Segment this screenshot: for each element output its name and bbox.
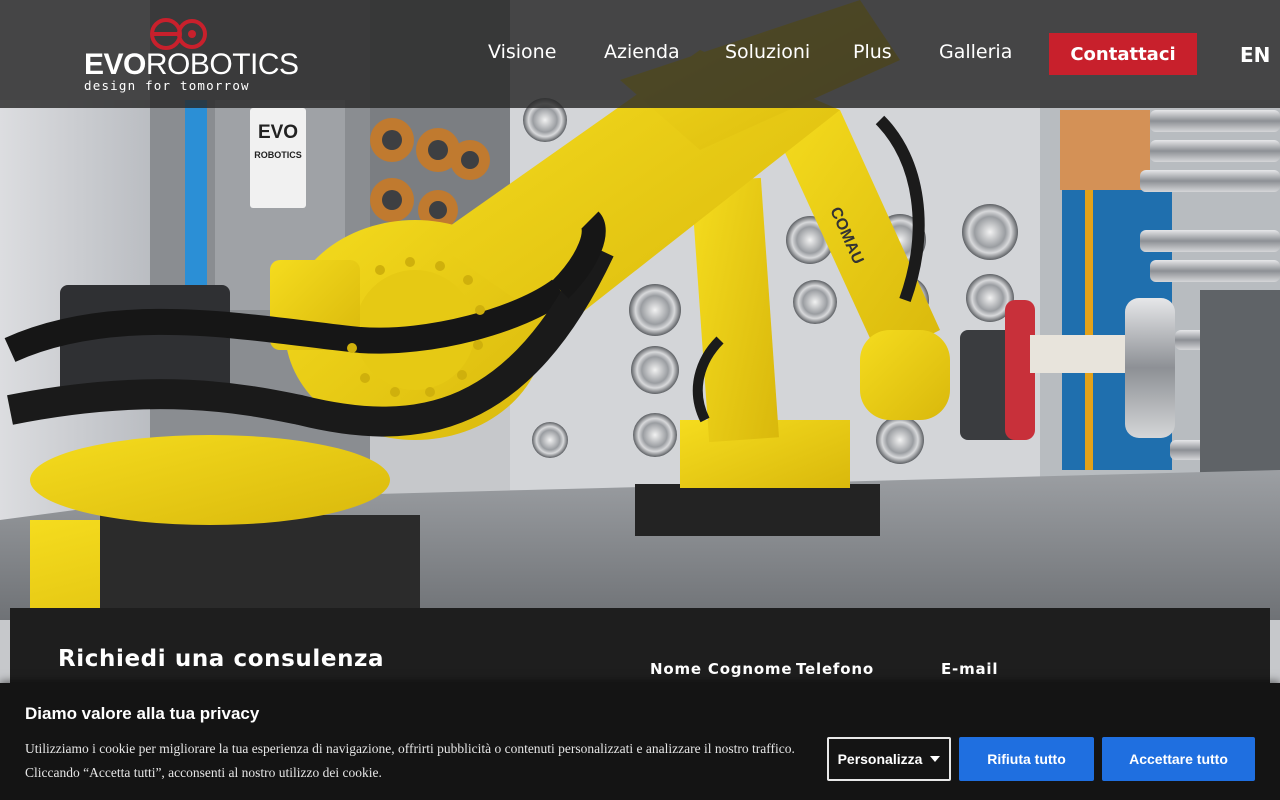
nav-item-soluzioni[interactable]: Soluzioni <box>725 41 810 63</box>
logo-wordmark: EVOROBOTICS <box>84 48 299 81</box>
field-label-name: Nome Cognome <box>650 660 793 678</box>
site-header: EVOROBOTICS design for tomorrow Visione … <box>0 0 1280 108</box>
field-label-phone: Telefono <box>796 660 874 678</box>
nav-item-visione[interactable]: Visione <box>488 41 556 63</box>
contact-button[interactable]: Contattaci <box>1049 33 1197 75</box>
reject-all-button[interactable]: Rifiuta tutto <box>959 737 1094 781</box>
logo-mark-icon <box>150 18 207 50</box>
cookie-title: Diamo valore alla tua privacy <box>25 704 260 723</box>
nav-item-azienda[interactable]: Azienda <box>604 41 680 63</box>
wall-sign-text-2: ROBOTICS <box>254 150 302 160</box>
cookie-description: Utilizziamo i cookie per migliorare la t… <box>25 741 795 780</box>
field-label-email: E-mail <box>941 660 999 678</box>
brand-logo[interactable]: EVOROBOTICS design for tomorrow <box>84 16 299 96</box>
customize-button[interactable]: Personalizza <box>827 737 951 781</box>
accept-all-button[interactable]: Accettare tutto <box>1102 737 1255 781</box>
wall-sign-text-1: EVO <box>258 122 298 143</box>
customize-button-label: Personalizza <box>837 751 923 767</box>
consultation-title: Richiedi una consulenza <box>58 646 385 672</box>
cookie-banner: Diamo valore alla tua privacy Utilizziam… <box>0 683 1280 800</box>
language-switch[interactable]: EN <box>1240 43 1270 67</box>
logo-tagline: design for tomorrow <box>84 78 250 93</box>
caret-down-icon <box>930 756 941 762</box>
nav-item-plus[interactable]: Plus <box>853 41 892 63</box>
nav-item-galleria[interactable]: Galleria <box>939 41 1012 63</box>
